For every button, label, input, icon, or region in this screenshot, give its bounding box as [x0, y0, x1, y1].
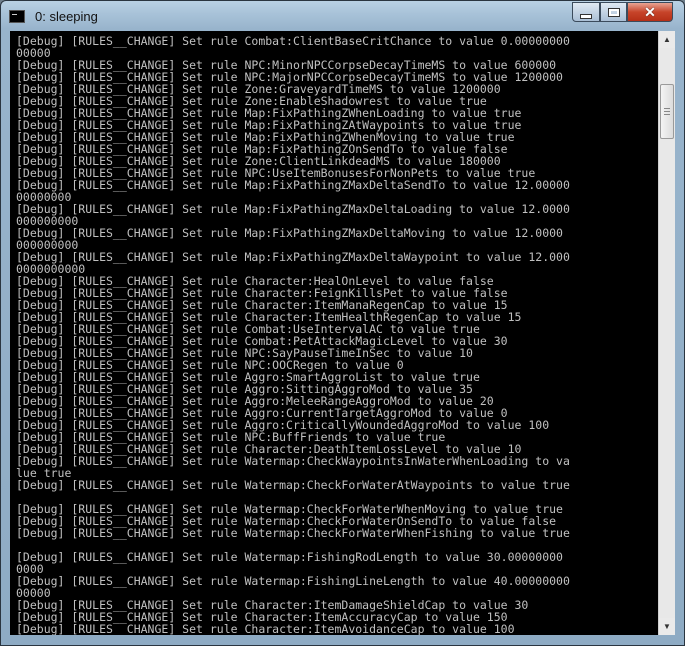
grip-line	[664, 108, 670, 109]
log-line: [Debug] [RULES__CHANGE] Set rule Waterma…	[16, 478, 570, 492]
log-line: [Debug] [RULES__CHANGE] Set rule Waterma…	[16, 526, 570, 540]
log-line: [Debug] [RULES__CHANGE] Set rule Map:Fix…	[16, 226, 563, 240]
maximize-icon	[607, 7, 620, 17]
vertical-scrollbar[interactable]: ▲ ▼	[658, 31, 675, 635]
console-app-icon[interactable]	[9, 10, 25, 23]
console-window: 0: sleeping ✕ [Debug] [RULES__CHANGE] Se…	[0, 0, 685, 646]
minimize-icon	[580, 13, 592, 19]
close-icon: ✕	[644, 3, 656, 20]
maximize-button[interactable]	[600, 2, 627, 22]
log-line: [Debug] [RULES__CHANGE] Set rule Waterma…	[16, 574, 570, 588]
log-lines: [Debug] [RULES__CHANGE] Set rule Combat:…	[10, 31, 658, 635]
console-output[interactable]: [Debug] [RULES__CHANGE] Set rule Combat:…	[10, 31, 658, 635]
chevron-up-icon: ▲	[663, 35, 671, 44]
log-line: [Debug] [RULES__CHANGE] Set rule Map:Fix…	[16, 250, 570, 264]
log-line: [Debug] [RULES__CHANGE] Set rule Combat:…	[16, 34, 570, 48]
log-line: [Debug] [RULES__CHANGE] Set rule Charact…	[16, 622, 515, 635]
window-title: 0: sleeping	[35, 9, 98, 24]
close-button[interactable]: ✕	[627, 2, 673, 22]
scroll-up-button[interactable]: ▲	[659, 31, 675, 48]
minimize-button[interactable]	[572, 2, 600, 22]
log-line: [Debug] [RULES__CHANGE] Set rule Map:Fix…	[16, 202, 570, 216]
scroll-thumb[interactable]	[660, 84, 674, 139]
grip-line	[664, 111, 670, 112]
chevron-down-icon: ▼	[663, 622, 671, 631]
log-line: [Debug] [RULES__CHANGE] Set rule Map:Fix…	[16, 178, 570, 192]
scroll-down-button[interactable]: ▼	[659, 618, 675, 635]
title-bar[interactable]: 0: sleeping ✕	[1, 1, 684, 31]
log-line: [Debug] [RULES__CHANGE] Set rule Waterma…	[16, 550, 563, 564]
log-line: [Debug] [RULES__CHANGE] Set rule Waterma…	[16, 454, 570, 468]
grip-line	[664, 114, 670, 115]
